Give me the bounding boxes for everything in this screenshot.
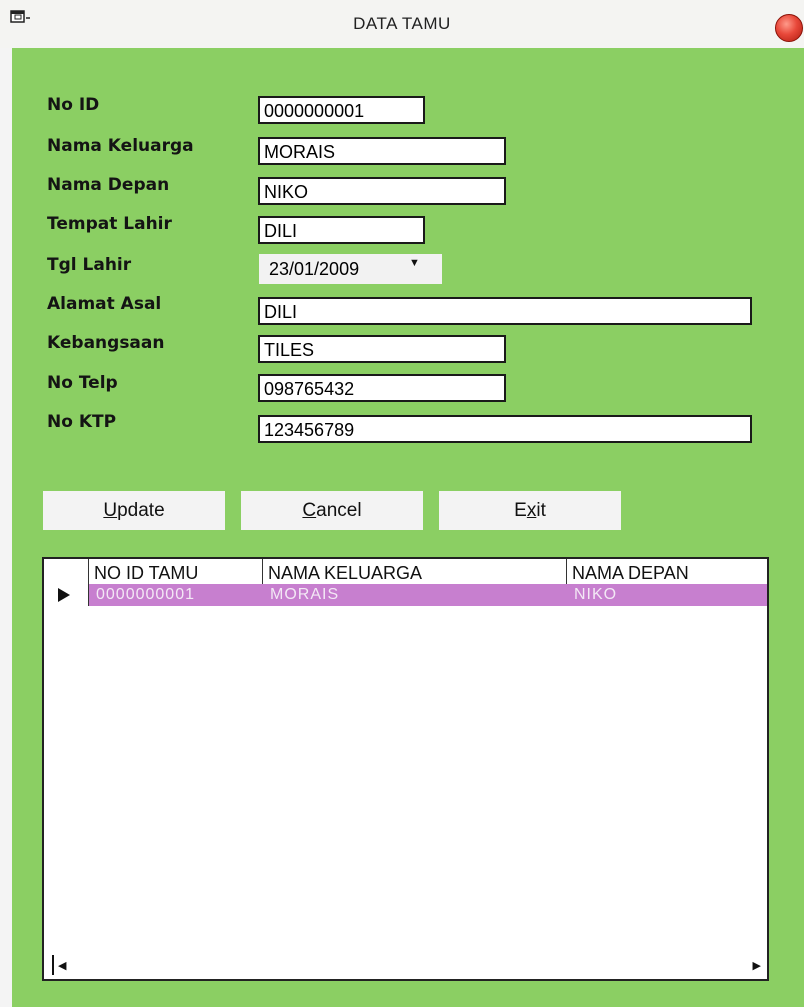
cancel-button[interactable]: Cancel [241,491,423,530]
cell-no-id[interactable]: 0000000001 [88,584,262,606]
cancel-hotkey: C [302,500,317,521]
update-label-rest: pdate [117,500,165,521]
exit-button[interactable]: Exit [439,491,621,530]
nama-keluarga-label: Nama Keluarga [47,136,194,156]
row-indicator[interactable] [44,584,88,606]
no-ktp-label: No KTP [47,412,117,432]
alamat-asal-label: Alamat Asal [47,294,162,314]
data-grid[interactable]: NO ID TAMU NAMA KELUARGA NAMA DEPAN 0000… [42,557,769,981]
exit-hotkey: x [526,500,537,521]
no-telp-label: No Telp [47,373,118,393]
horizontal-scrollbar[interactable]: ◀ ▶ [44,955,767,979]
no-ktp-field[interactable]: 123456789 [258,415,752,443]
alamat-asal-field[interactable]: DILI [258,297,752,325]
grid-header: NO ID TAMU NAMA KELUARGA NAMA DEPAN [44,559,767,585]
scroll-thumb[interactable] [52,955,54,975]
tgl-lahir-label: Tgl Lahir [47,255,132,275]
table-row[interactable]: 0000000001 MORAIS NIKO [44,584,767,606]
no-telp-field[interactable]: 098765432 [258,374,506,402]
scroll-right-icon[interactable]: ▶ [753,959,761,972]
main-window: DATA TAMU No ID Nama Keluarga Nama Depan… [0,0,804,1007]
nama-depan-field[interactable]: NIKO [258,177,506,205]
tgl-lahir-picker[interactable]: 23/01/2009 ▼ [259,254,442,284]
cell-nama-depan[interactable]: NIKO [566,584,767,606]
close-icon[interactable] [775,14,803,42]
nama-keluarga-field[interactable]: MORAIS [258,137,506,165]
chevron-down-icon[interactable]: ▼ [409,257,420,269]
window-title: DATA TAMU [353,14,451,33]
tgl-lahir-value: 23/01/2009 [269,259,360,279]
update-hotkey: U [103,500,118,521]
column-header-no-id[interactable]: NO ID TAMU [88,559,262,584]
no-id-field[interactable]: 0000000001 [258,96,425,124]
title-bar: DATA TAMU [0,0,804,48]
column-header-nama-depan[interactable]: NAMA DEPAN [566,559,767,584]
exit-label-pre: E [514,500,527,521]
tempat-lahir-field[interactable]: DILI [258,216,425,244]
grid-divider [88,584,89,606]
column-header-nama-keluarga[interactable]: NAMA KELUARGA [262,559,566,584]
grid-divider [566,559,567,584]
scroll-left-icon[interactable]: ◀ [58,959,66,972]
kebangsaan-label: Kebangsaan [47,333,165,353]
exit-label-rest: it [536,500,546,521]
tempat-lahir-label: Tempat Lahir [47,214,172,234]
grid-divider [262,559,263,584]
cell-nama-keluarga[interactable]: MORAIS [262,584,566,606]
kebangsaan-field[interactable]: TILES [258,335,506,363]
update-button[interactable]: Update [43,491,225,530]
cancel-label-rest: ancel [316,500,362,521]
no-id-label: No ID [47,95,100,115]
nama-depan-label: Nama Depan [47,175,170,195]
row-pointer-icon [58,588,70,602]
